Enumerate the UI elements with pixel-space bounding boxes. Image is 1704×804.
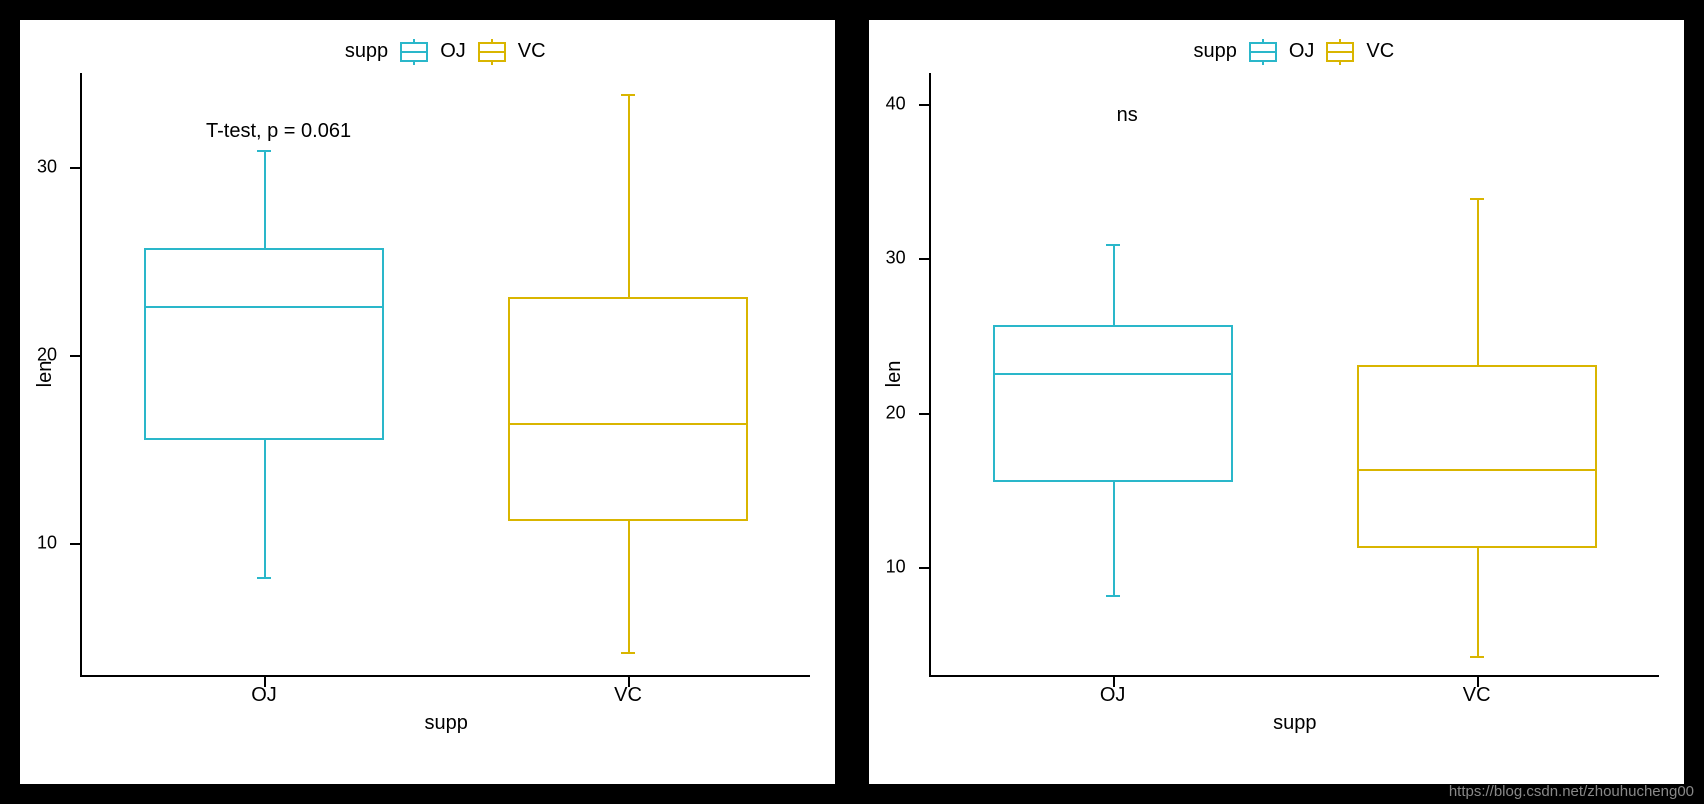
y-tick-label: 10 xyxy=(886,556,906,577)
whisker-lower xyxy=(264,440,266,577)
legend: supp OJ VC xyxy=(80,40,810,63)
box xyxy=(144,248,384,440)
legend-title: supp xyxy=(345,40,388,63)
chart-panel-left: supp OJ VC len supp 102030OJVCT-test, p … xyxy=(20,20,835,784)
whisker-cap xyxy=(257,150,271,152)
whisker-lower xyxy=(628,521,630,653)
legend-label-vc: VC xyxy=(518,40,546,63)
whisker-lower xyxy=(1477,548,1479,656)
chart-panel-right: supp OJ VC len supp 10203040OJVCns xyxy=(869,20,1684,784)
y-tick-label: 20 xyxy=(37,345,57,366)
x-tick-label: VC xyxy=(1463,684,1491,707)
legend-label-vc: VC xyxy=(1366,40,1394,63)
y-tick xyxy=(919,413,929,415)
whisker-cap xyxy=(621,652,635,654)
y-tick-label: 30 xyxy=(37,157,57,178)
median-line xyxy=(510,423,746,425)
median-line xyxy=(995,373,1231,375)
y-tick-label: 40 xyxy=(886,93,906,114)
watermark: https://blog.csdn.net/zhouhucheng00 xyxy=(1449,783,1694,800)
legend-key-oj xyxy=(1249,42,1277,62)
box xyxy=(1357,365,1597,549)
legend-key-vc xyxy=(478,42,506,62)
x-tick-label: OJ xyxy=(1100,684,1126,707)
y-tick xyxy=(919,567,929,569)
whisker-cap xyxy=(1470,198,1484,200)
y-tick xyxy=(70,355,80,357)
plot-area-left: len supp 102030OJVCT-test, p = 0.061 xyxy=(80,73,810,677)
legend-key-oj xyxy=(400,42,428,62)
y-tick xyxy=(919,104,929,106)
whisker-cap xyxy=(1106,244,1120,246)
x-tick-label: OJ xyxy=(251,684,277,707)
stat-annotation: ns xyxy=(1117,104,1138,127)
y-tick-label: 20 xyxy=(886,402,906,423)
y-axis-label: len xyxy=(882,361,905,388)
whisker-upper xyxy=(1113,244,1115,324)
whisker-lower xyxy=(1113,482,1115,595)
legend-label-oj: OJ xyxy=(1289,40,1315,63)
legend-title: supp xyxy=(1193,40,1236,63)
stat-annotation: T-test, p = 0.061 xyxy=(206,120,351,143)
whisker-cap xyxy=(621,94,635,96)
x-axis-label: supp xyxy=(1273,712,1316,735)
y-tick-label: 10 xyxy=(37,533,57,554)
y-tick xyxy=(919,258,929,260)
y-tick xyxy=(70,167,80,169)
whisker-upper xyxy=(264,150,266,248)
whisker-upper xyxy=(628,94,630,297)
whisker-cap xyxy=(1106,595,1120,597)
y-tick xyxy=(70,543,80,545)
y-tick-label: 30 xyxy=(886,248,906,269)
box xyxy=(993,325,1233,482)
whisker-cap xyxy=(1470,656,1484,658)
legend-key-vc xyxy=(1326,42,1354,62)
legend-label-oj: OJ xyxy=(440,40,466,63)
whisker-cap xyxy=(257,577,271,579)
legend: supp OJ VC xyxy=(929,40,1659,63)
plot-area-right: len supp 10203040OJVCns xyxy=(929,73,1659,677)
x-tick-label: VC xyxy=(614,684,642,707)
whisker-upper xyxy=(1477,198,1479,365)
median-line xyxy=(1359,469,1595,471)
median-line xyxy=(146,306,382,308)
box xyxy=(508,297,748,521)
x-axis-label: supp xyxy=(424,712,467,735)
